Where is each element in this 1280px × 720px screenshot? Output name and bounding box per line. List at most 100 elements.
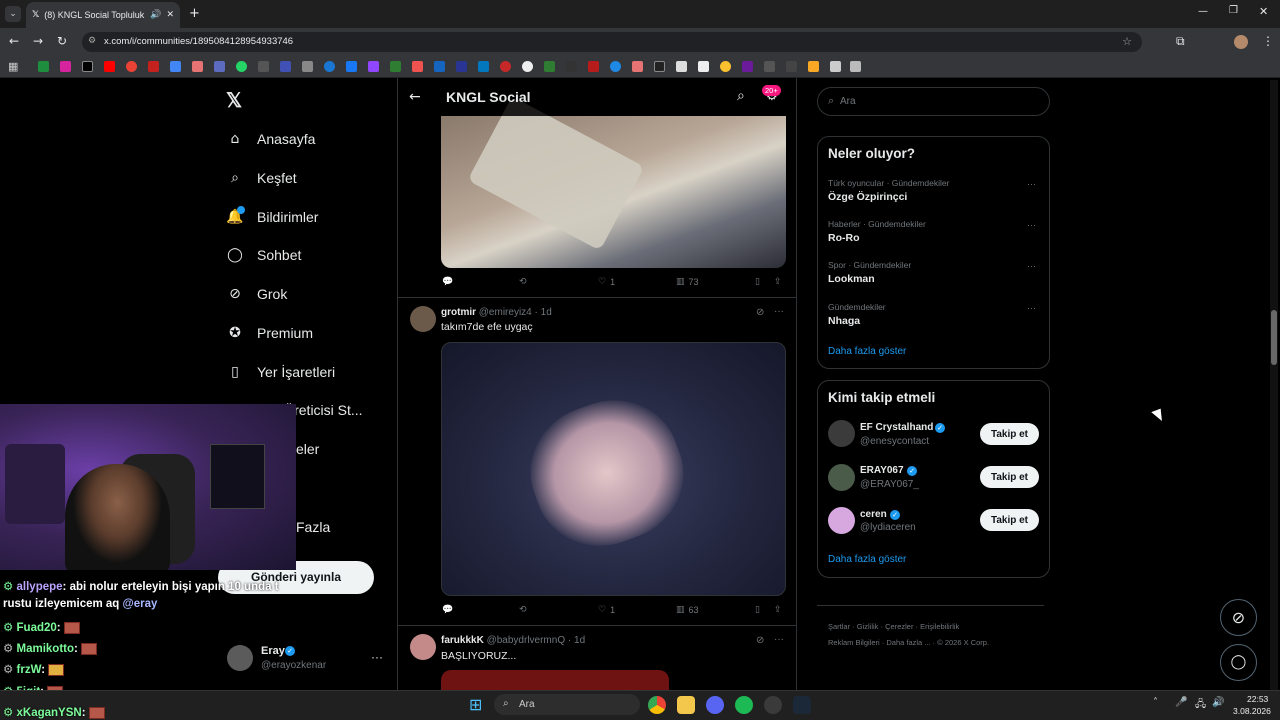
bookmark-favicon-icon[interactable]	[522, 61, 533, 72]
page-scrollbar[interactable]	[1270, 80, 1278, 690]
bookmark-favicon-icon[interactable]	[38, 61, 49, 72]
bookmark-post-icon[interactable]: ▯	[755, 277, 760, 287]
bookmark-favicon-icon[interactable]	[280, 61, 291, 72]
back-arrow-icon[interactable]: ←	[409, 89, 421, 105]
bookmark-favicon-icon[interactable]	[786, 61, 797, 72]
bookmark-favicon-icon[interactable]	[302, 61, 313, 72]
volume-icon[interactable]: 🔊	[1212, 697, 1224, 708]
post-media-image[interactable]	[441, 670, 669, 690]
follow-avatar[interactable]	[828, 464, 855, 491]
bookmark-favicon-icon[interactable]	[588, 61, 599, 72]
bookmark-favicon-icon[interactable]	[654, 61, 665, 72]
nav-item-bookmarks[interactable]: ▯ Yer İşaretleri	[226, 360, 335, 384]
bookmark-favicon-icon[interactable]	[368, 61, 379, 72]
reload-icon[interactable]: ↻	[57, 34, 67, 48]
bookmark-favicon-icon[interactable]	[478, 61, 489, 72]
bookmark-favicon-icon[interactable]	[720, 61, 731, 72]
bookmark-favicon-icon[interactable]	[434, 61, 445, 72]
post-author-handle[interactable]: @emireyiz4	[479, 307, 532, 318]
reply-icon[interactable]: 💬	[442, 605, 453, 615]
bookmark-favicon-icon[interactable]	[126, 61, 137, 72]
follow-name[interactable]: ERAY067	[860, 465, 904, 476]
bookmark-favicon-icon[interactable]	[258, 61, 269, 72]
account-menu-icon[interactable]: ···	[371, 650, 383, 664]
network-icon[interactable]: 🖧	[1195, 697, 1206, 714]
app-icon[interactable]	[764, 696, 782, 714]
scrollbar-thumb[interactable]	[1271, 310, 1277, 365]
footer-link[interactable]: Gizlilik	[857, 622, 879, 631]
microphone-icon[interactable]: 🎤	[1175, 697, 1187, 708]
follow-avatar[interactable]	[828, 420, 855, 447]
bookmark-favicon-icon[interactable]	[808, 61, 819, 72]
share-icon[interactable]: ⇪	[774, 277, 782, 287]
trend-more-icon[interactable]: ···	[1027, 179, 1036, 189]
bookmark-favicon-icon[interactable]	[60, 61, 71, 72]
grok-explain-icon[interactable]: ⊘	[756, 635, 764, 646]
discord-icon[interactable]	[706, 696, 724, 714]
follow-avatar[interactable]	[828, 507, 855, 534]
spotify-icon[interactable]	[735, 696, 753, 714]
minimize-icon[interactable]: —	[1198, 6, 1208, 17]
share-icon[interactable]: ⇪	[774, 605, 782, 615]
trends-show-more[interactable]: Daha fazla göster	[828, 346, 906, 357]
repost-icon[interactable]: ⟲	[519, 605, 527, 615]
follow-button[interactable]: Takip et	[980, 423, 1039, 445]
post-more-icon[interactable]: ···	[774, 634, 784, 645]
nav-item-grok[interactable]: ⊘ Grok	[226, 282, 287, 306]
follow-show-more[interactable]: Daha fazla göster	[828, 554, 906, 565]
menu-dots-icon[interactable]: ⋮	[1262, 34, 1274, 48]
forward-icon[interactable]: →	[33, 34, 43, 48]
grok-float-button[interactable]: ⊘	[1220, 599, 1257, 636]
bookmark-favicon-icon[interactable]	[148, 61, 159, 72]
steam-icon[interactable]	[793, 696, 811, 714]
account-avatar[interactable]	[227, 645, 253, 671]
post-avatar[interactable]	[410, 634, 436, 660]
follow-button[interactable]: Takip et	[980, 509, 1039, 531]
bookmark-favicon-icon[interactable]	[566, 61, 577, 72]
trend-item[interactable]: Türk oyuncular · Gündemdekiler Özge Özpir…	[828, 178, 949, 203]
bookmark-favicon-icon[interactable]	[764, 61, 775, 72]
clock-time[interactable]: 22:53	[1247, 694, 1268, 704]
like-button[interactable]: ♡ 1	[598, 277, 615, 287]
new-tab-icon[interactable]: +	[189, 6, 200, 21]
post-media-image[interactable]	[441, 342, 786, 596]
bookmark-favicon-icon[interactable]	[500, 61, 511, 72]
bookmark-favicon-icon[interactable]	[456, 61, 467, 72]
footer-link[interactable]: Çerezler	[885, 622, 913, 631]
apps-grid-icon[interactable]: ▦	[8, 60, 18, 73]
taskbar-search[interactable]: ⌕ Ara	[494, 694, 640, 715]
bookmark-favicon-icon[interactable]	[170, 61, 181, 72]
views-button[interactable]: ▥ 63	[676, 605, 699, 615]
tab-close-icon[interactable]: ✕	[166, 10, 174, 20]
bookmark-favicon-icon[interactable]	[632, 61, 643, 72]
bookmark-favicon-icon[interactable]	[192, 61, 203, 72]
reply-icon[interactable]: 💬	[442, 277, 453, 287]
bookmark-favicon-icon[interactable]	[214, 61, 225, 72]
post-author-handle[interactable]: @babydrlvermnQ	[487, 635, 566, 646]
file-explorer-icon[interactable]	[677, 696, 695, 714]
trend-more-icon[interactable]: ···	[1027, 220, 1036, 230]
nav-item-chat[interactable]: ◯ Sohbet	[226, 243, 301, 267]
bookmark-favicon-icon[interactable]	[676, 61, 687, 72]
footer-link[interactable]: Reklam Bilgileri	[828, 638, 880, 647]
bookmark-post-icon[interactable]: ▯	[755, 605, 760, 615]
footer-link[interactable]: Şartlar	[828, 622, 850, 631]
bookmark-favicon-icon[interactable]	[412, 61, 423, 72]
nav-item-home[interactable]: ⌂ Anasayfa	[226, 127, 316, 151]
post-avatar[interactable]	[410, 306, 436, 332]
trend-item[interactable]: Gündemdekiler Nhaga	[828, 302, 886, 327]
nav-item-premium[interactable]: ✪ Premium	[226, 321, 313, 345]
search-box[interactable]: ⌕ Ara	[817, 87, 1050, 116]
post-more-icon[interactable]: ···	[774, 306, 784, 317]
post-author-name[interactable]: grotmir	[441, 307, 476, 318]
bookmark-favicon-icon[interactable]	[236, 61, 247, 72]
post-author-name[interactable]: farukkkK	[441, 635, 484, 646]
tab-search-button[interactable]: ⌄	[5, 6, 21, 22]
footer-link[interactable]: Erişilebilirlik	[920, 622, 959, 631]
browser-tab[interactable]: 𝕏 (8) KNGL Social Topluluk / X 🔊 ✕	[26, 2, 180, 28]
messages-float-button[interactable]: ◯	[1220, 644, 1257, 681]
back-icon[interactable]: ←	[9, 34, 19, 48]
site-info-icon[interactable]: ⚙	[88, 36, 96, 46]
follow-name[interactable]: ceren	[860, 509, 887, 520]
views-button[interactable]: ▥ 73	[676, 277, 699, 287]
